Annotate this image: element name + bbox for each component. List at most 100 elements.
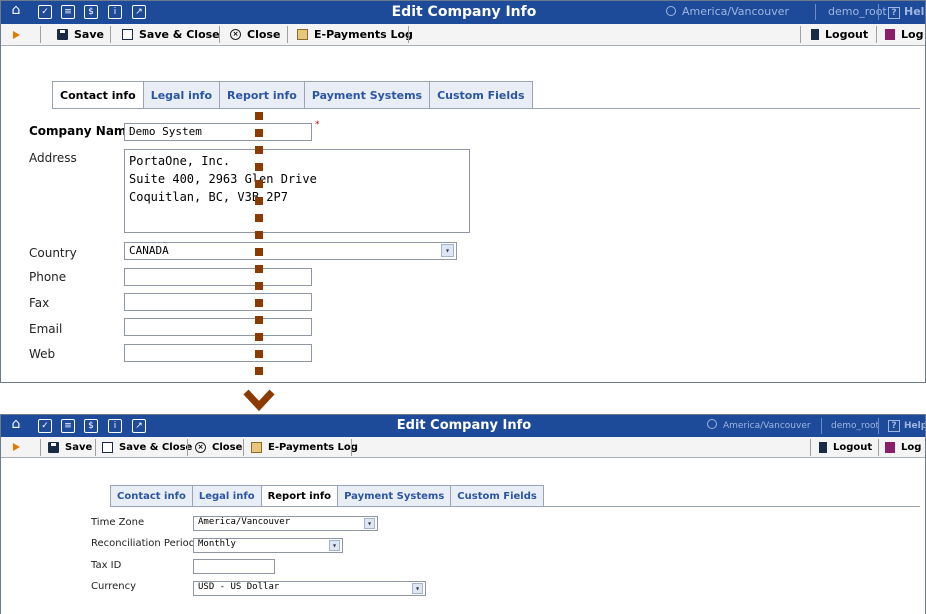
epayments-label: E-Payments Log bbox=[268, 441, 358, 453]
logout-button[interactable]: Logout bbox=[811, 24, 868, 45]
currency-select[interactable]: USD - US Dollar ▾ bbox=[193, 581, 426, 596]
logout-button[interactable]: Logout bbox=[819, 437, 872, 457]
save-icon bbox=[48, 441, 59, 453]
email-label: Email bbox=[29, 322, 63, 336]
timezone-text: America/Vancouver bbox=[682, 5, 790, 18]
log-book-icon bbox=[885, 29, 895, 40]
timezone-label: Time Zone bbox=[91, 517, 145, 528]
save-close-label: Save & Close bbox=[139, 28, 220, 41]
chevron-down-icon: ▾ bbox=[329, 540, 340, 551]
help-link[interactable]: ? Help bbox=[888, 415, 926, 437]
close-icon: × bbox=[195, 441, 206, 453]
user-name[interactable]: demo_root bbox=[831, 415, 879, 437]
tab-custom-fields[interactable]: Custom Fields bbox=[450, 485, 544, 507]
company-name-label: Company Name bbox=[29, 124, 135, 138]
divider bbox=[187, 439, 188, 456]
currency-label: Currency bbox=[91, 581, 137, 592]
tab-report-info[interactable]: Report info bbox=[260, 485, 339, 507]
divider bbox=[815, 4, 816, 20]
reconciliation-period-select[interactable]: Monthly ▾ bbox=[193, 538, 343, 553]
divider bbox=[821, 418, 822, 434]
divider bbox=[95, 439, 96, 456]
log-label: Log bbox=[901, 28, 924, 41]
save-button[interactable]: Save bbox=[57, 24, 104, 45]
save-close-icon bbox=[122, 29, 133, 40]
company-name-input[interactable]: Demo System bbox=[124, 123, 312, 141]
help-link[interactable]: ? Help bbox=[888, 1, 925, 23]
phone-input[interactable] bbox=[124, 268, 312, 286]
chevron-down-icon: ▾ bbox=[364, 518, 375, 529]
fax-input[interactable] bbox=[124, 293, 312, 311]
divider bbox=[876, 26, 877, 43]
tab-contact-info[interactable]: Contact info bbox=[110, 485, 193, 507]
chevron-down-icon: ▾ bbox=[412, 583, 423, 594]
epayments-log-button[interactable]: E-Payments Log bbox=[251, 437, 358, 457]
close-icon: × bbox=[230, 29, 241, 40]
required-mark: * bbox=[315, 120, 320, 130]
tab-underline bbox=[110, 506, 920, 507]
save-icon bbox=[57, 29, 68, 40]
menu-arrow-icon[interactable] bbox=[13, 31, 20, 39]
tab-payment-systems[interactable]: Payment Systems bbox=[337, 485, 452, 507]
email-input[interactable] bbox=[124, 318, 312, 336]
country-value: CANADA bbox=[129, 244, 169, 257]
save-close-label: Save & Close bbox=[119, 441, 193, 453]
logout-icon bbox=[819, 441, 827, 453]
help-label: Help bbox=[904, 421, 926, 431]
tab-report-info[interactable]: Report info bbox=[219, 81, 305, 109]
divider bbox=[878, 439, 879, 456]
help-label: Help bbox=[904, 5, 925, 18]
fax-label: Fax bbox=[29, 296, 50, 310]
save-close-button[interactable]: Save & Close bbox=[122, 24, 220, 45]
save-button[interactable]: Save bbox=[48, 437, 92, 457]
address-textarea[interactable]: PortaOne, Inc. Suite 400, 2963 Glen Driv… bbox=[124, 149, 470, 233]
menu-arrow-icon[interactable] bbox=[13, 443, 20, 451]
tab-contact-info[interactable]: Contact info bbox=[52, 81, 144, 109]
log-icon bbox=[251, 441, 262, 453]
country-select[interactable]: CANADA ▾ bbox=[124, 242, 457, 260]
divider bbox=[40, 439, 41, 456]
tab-underline bbox=[52, 108, 920, 109]
save-label: Save bbox=[65, 441, 93, 453]
divider bbox=[243, 439, 244, 456]
log-button[interactable]: Log bbox=[885, 437, 921, 457]
timezone-link[interactable]: America/Vancouver bbox=[707, 415, 811, 437]
tab-bar: Contact info Legal info Report info Paym… bbox=[110, 485, 544, 507]
save-close-button[interactable]: Save & Close bbox=[102, 437, 192, 457]
chevron-down-icon: ▾ bbox=[441, 244, 454, 257]
country-label: Country bbox=[29, 246, 77, 260]
flow-connector bbox=[255, 112, 263, 384]
logout-icon bbox=[811, 29, 819, 40]
timezone-link[interactable]: America/Vancouver bbox=[666, 1, 789, 23]
tab-legal-info[interactable]: Legal info bbox=[191, 485, 262, 507]
web-label: Web bbox=[29, 347, 56, 361]
tab-payment-systems[interactable]: Payment Systems bbox=[303, 81, 431, 109]
divider bbox=[287, 26, 288, 43]
epayments-log-button[interactable]: E-Payments Log bbox=[297, 24, 413, 45]
tax-id-input[interactable] bbox=[193, 559, 275, 574]
divider bbox=[878, 4, 879, 20]
currency-value: USD - US Dollar bbox=[198, 582, 280, 592]
log-button[interactable]: Log bbox=[885, 24, 923, 45]
clock-icon bbox=[666, 6, 676, 16]
close-button[interactable]: × Close bbox=[195, 437, 242, 457]
close-label: Close bbox=[212, 441, 243, 453]
divider bbox=[110, 26, 111, 43]
help-icon: ? bbox=[888, 420, 900, 432]
tax-id-label: Tax ID bbox=[91, 560, 122, 571]
timezone-select[interactable]: America/Vancouver ▾ bbox=[193, 516, 378, 531]
web-input[interactable] bbox=[124, 344, 312, 362]
close-button[interactable]: × Close bbox=[230, 24, 280, 45]
tab-custom-fields[interactable]: Custom Fields bbox=[429, 81, 533, 109]
log-label: Log bbox=[901, 441, 922, 453]
tab-legal-info[interactable]: Legal info bbox=[142, 81, 221, 109]
log-book-icon bbox=[885, 441, 895, 453]
log-icon bbox=[297, 29, 308, 40]
clock-icon bbox=[707, 419, 717, 429]
address-label: Address bbox=[29, 151, 77, 165]
title-bar: ⌂ ✓ ≡ $ i ↗ Edit Company Info America/Va… bbox=[1, 415, 926, 437]
divider bbox=[878, 418, 879, 434]
toolbar: Save Save & Close × Close E-Payments Log … bbox=[1, 24, 925, 46]
epayments-label: E-Payments Log bbox=[314, 28, 413, 41]
report-info-screen: ⌂ ✓ ≡ $ i ↗ Edit Company Info America/Va… bbox=[0, 414, 926, 614]
